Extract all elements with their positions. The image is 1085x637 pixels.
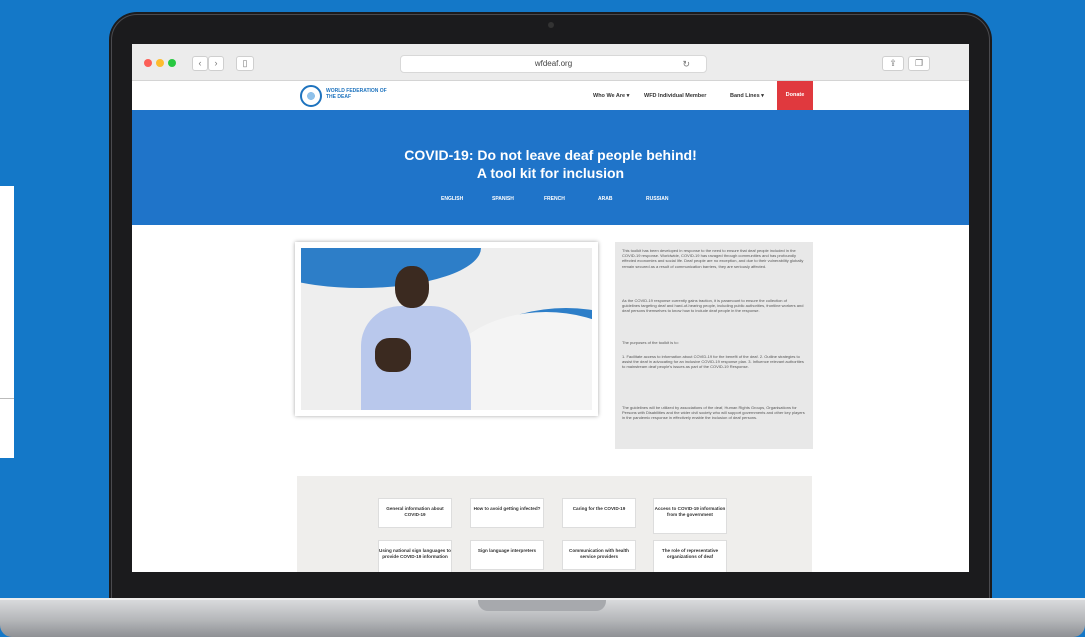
topic-card[interactable]: Caring for the COVID-19 xyxy=(562,498,636,528)
lang-french[interactable]: FRENCH xyxy=(544,196,565,202)
nav-individual-member[interactable]: WFD Individual Member xyxy=(644,92,706,100)
reload-icon[interactable]: ↻ xyxy=(682,56,690,72)
intro-paragraph: This toolkit has been developed in respo… xyxy=(622,248,804,269)
video-player[interactable] xyxy=(295,242,598,416)
topic-card[interactable]: Access to COVID-19 information from the … xyxy=(653,498,727,534)
laptop-base-notch xyxy=(478,600,606,611)
sidebar-button[interactable]: ▯ xyxy=(236,56,254,71)
nav-band-lines[interactable]: Band Lines ▾ xyxy=(730,92,764,100)
page-title: COVID-19: Do not leave deaf people behin… xyxy=(132,146,969,182)
close-window-button[interactable] xyxy=(144,59,152,67)
minimize-window-button[interactable] xyxy=(156,59,164,67)
topic-card[interactable]: Sign language interpreters xyxy=(470,540,544,570)
nav-who-we-are[interactable]: Who We Are ▾ xyxy=(593,92,629,100)
intro-paragraph: The guidelines will be utilized by assoc… xyxy=(622,405,805,421)
share-button[interactable]: ⇪ xyxy=(882,56,904,71)
intro-list: 1. Facilitate access to information abou… xyxy=(622,354,804,370)
intro-paragraph: As the COVID-19 response currently gains… xyxy=(622,298,804,314)
url-text: wfdeaf.org xyxy=(534,59,573,68)
lang-english[interactable]: ENGLISH xyxy=(441,196,463,202)
signer-hands xyxy=(375,338,411,372)
topic-card[interactable]: Using national sign languages to provide… xyxy=(378,540,452,572)
zoom-window-button[interactable] xyxy=(168,59,176,67)
topic-card[interactable]: General information about COVID-19 xyxy=(378,498,452,528)
topic-card[interactable]: Communication with health service provid… xyxy=(562,540,636,570)
chevron-left-icon: ‹ xyxy=(198,58,202,68)
tabs-icon: ❐ xyxy=(914,58,924,68)
tabs-button[interactable]: ❐ xyxy=(908,56,930,71)
address-bar[interactable]: wfdeaf.org ↻ xyxy=(400,55,707,73)
sign-language-video[interactable] xyxy=(301,248,592,410)
laptop-screen: ‹ › ▯ wfdeaf.org ↻ ⇪ ❐ WORLD FEDERATION … xyxy=(132,44,969,572)
side-panel-divider xyxy=(0,398,14,399)
lang-russian[interactable]: RUSSIAN xyxy=(646,196,669,202)
sidebar-icon: ▯ xyxy=(242,58,248,68)
chevron-right-icon: › xyxy=(214,58,218,68)
side-panel xyxy=(0,186,14,458)
logo-text[interactable]: WORLD FEDERATION OF THE DEAF xyxy=(326,88,396,100)
topic-cards-section: General information about COVID-19 How t… xyxy=(297,476,812,572)
back-button[interactable]: ‹ xyxy=(192,56,208,71)
topic-card[interactable]: The role of representative organizations… xyxy=(653,540,727,572)
intro-paragraph: The purposes of the toolkit is to: xyxy=(622,340,679,345)
camera-icon xyxy=(548,22,554,28)
lang-arab[interactable]: ARAB xyxy=(598,196,612,202)
forward-button[interactable]: › xyxy=(208,56,224,71)
topic-card[interactable]: How to avoid getting infected? xyxy=(470,498,544,528)
hero-banner: COVID-19: Do not leave deaf people behin… xyxy=(132,110,969,225)
signer-head xyxy=(395,266,429,308)
site-header: WORLD FEDERATION OF THE DEAF Who We Are … xyxy=(132,81,969,110)
lang-spanish[interactable]: SPANISH xyxy=(492,196,514,202)
title-line-1: COVID-19: Do not leave deaf people behin… xyxy=(404,147,697,163)
wfd-logo-icon[interactable] xyxy=(300,85,322,107)
video-background-swoosh xyxy=(301,248,481,288)
browser-toolbar: ‹ › ▯ wfdeaf.org ↻ ⇪ ❐ xyxy=(132,44,969,81)
intro-text-box: This toolkit has been developed in respo… xyxy=(615,242,813,449)
donate-button[interactable]: Donate xyxy=(777,81,813,110)
share-icon: ⇪ xyxy=(889,58,897,68)
title-line-2: A tool kit for inclusion xyxy=(476,165,625,181)
